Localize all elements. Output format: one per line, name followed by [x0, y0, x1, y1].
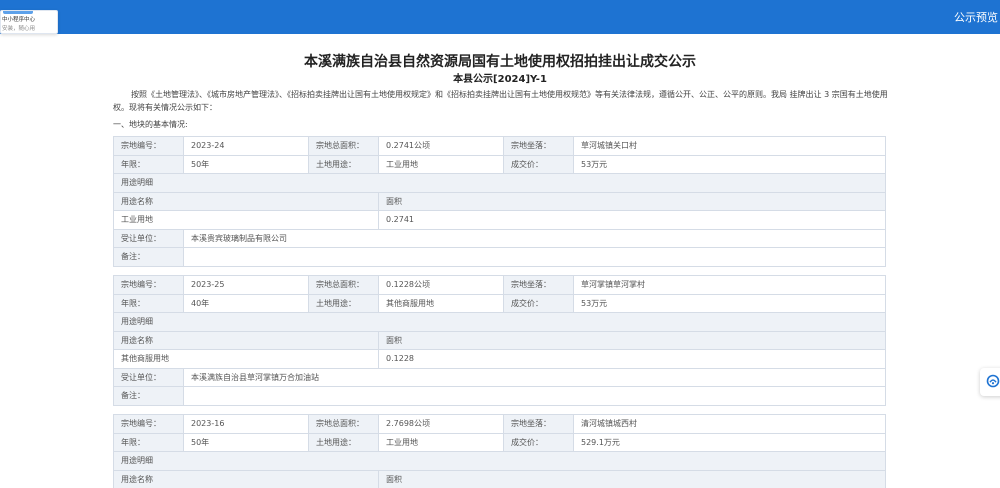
- table-row: 用途明细: [113, 312, 886, 332]
- table-row: 年限： 50年 土地用途： 工业用地 成交价： 53万元: [113, 154, 886, 174]
- popup-title: 中小程序中心: [2, 17, 36, 23]
- announcement-number: 本县公示[2024]Y-1: [453, 74, 547, 85]
- assistant-icon: [986, 374, 1000, 388]
- table-row: 工业用地 0.2741: [113, 210, 886, 230]
- table-row: 宗地编号： 2023-24 宗地总面积： 0.2741公顷 宗地坐落： 草河城镇…: [113, 136, 886, 156]
- popup-subtitle: 安装，随心用: [2, 26, 36, 32]
- parcel-no-label: 宗地编号：: [113, 136, 184, 156]
- remarks-value: [183, 247, 886, 267]
- remarks-label: 备注：: [113, 247, 184, 267]
- table-row: 宗地编号： 2023-16 宗地总面积： 2.7698公顷 宗地坐落： 清河城镇…: [113, 414, 886, 434]
- total-area-value: 2.7698公顷: [378, 414, 504, 434]
- area-header: 面积: [378, 330, 886, 350]
- table-row: 用途明细: [113, 451, 886, 471]
- total-area-label: 宗地总面积：: [308, 136, 379, 156]
- table-row: 宗地编号： 2023-25 宗地总面积： 0.1228公顷 宗地坐落： 草河掌镇…: [113, 275, 886, 295]
- location-label: 宗地坐落：: [503, 275, 574, 295]
- section-heading: 一、地块的基本情况:: [113, 120, 188, 129]
- deal-price-label: 成交价：: [503, 293, 574, 313]
- parcel-no-value: 2023-16: [183, 414, 309, 434]
- term-value: 40年: [183, 293, 309, 313]
- location-value: 清河城镇城西村: [573, 414, 886, 434]
- grantee-value: 本溪满族自治县草河掌镇万合加油站: [183, 367, 886, 387]
- grantee-value: 本溪贵宾玻璃制品有限公司: [183, 228, 886, 248]
- use-name-header: 用途名称: [113, 191, 379, 211]
- total-area-label: 宗地总面积：: [308, 414, 379, 434]
- parcel-no-value: 2023-24: [183, 136, 309, 156]
- use-area-value: 0.1228: [378, 349, 886, 369]
- location-value: 草河城镇关口村: [573, 136, 886, 156]
- grantee-label: 受让单位：: [113, 367, 184, 387]
- use-area-value: 0.2741: [378, 210, 886, 230]
- mini-program-popup[interactable]: 中小程序中心 安装，随心用: [0, 10, 58, 34]
- table-row: 用途明细: [113, 173, 886, 193]
- page-title: 本溪满族自治县自然资源局国有土地使用权招拍挂出让成交公示: [304, 54, 696, 70]
- floating-assistant-button[interactable]: [980, 368, 1000, 396]
- term-label: 年限：: [113, 432, 184, 452]
- use-detail-header: 用途明细: [113, 451, 886, 471]
- area-header: 面积: [378, 191, 886, 211]
- term-value: 50年: [183, 432, 309, 452]
- deal-price-value: 53万元: [573, 154, 886, 174]
- location-value: 草河掌镇草河掌村: [573, 275, 886, 295]
- deal-price-value: 53万元: [573, 293, 886, 313]
- land-use-value: 工业用地: [378, 432, 504, 452]
- use-detail-header: 用途明细: [113, 173, 886, 193]
- table-row: 年限： 40年 土地用途： 其他商服用地 成交价： 53万元: [113, 293, 886, 313]
- land-use-value: 工业用地: [378, 154, 504, 174]
- term-label: 年限：: [113, 154, 184, 174]
- parcel-no-label: 宗地编号：: [113, 414, 184, 434]
- parcel-table: 宗地编号： 2023-24 宗地总面积： 0.2741公顷 宗地坐落： 草河城镇…: [113, 136, 886, 267]
- announcement-preview-button[interactable]: 公示预览: [954, 9, 998, 25]
- intro-paragraph: 按照《土地管理法》、《城市房地产管理法》、《招标拍卖挂牌出让国有土地使用权规定》…: [113, 90, 888, 112]
- top-bar: 公示预览: [0, 0, 1000, 34]
- deal-price-label: 成交价：: [503, 154, 574, 174]
- table-row: 用途名称 面积: [113, 469, 886, 488]
- deal-price-value: 529.1万元: [573, 432, 886, 452]
- use-name-header: 用途名称: [113, 469, 379, 488]
- parcel-no-value: 2023-25: [183, 275, 309, 295]
- use-name-value: 工业用地: [113, 210, 379, 230]
- table-row: 受让单位： 本溪贵宾玻璃制品有限公司: [113, 228, 886, 248]
- land-use-label: 土地用途：: [308, 293, 379, 313]
- area-header: 面积: [378, 469, 886, 488]
- table-row: 其他商服用地 0.1228: [113, 349, 886, 369]
- table-row: 用途名称 面积: [113, 330, 886, 350]
- land-use-value: 其他商服用地: [378, 293, 504, 313]
- parcel-table: 宗地编号： 2023-25 宗地总面积： 0.1228公顷 宗地坐落： 草河掌镇…: [113, 275, 886, 406]
- popup-accent-bar: [3, 11, 33, 14]
- parcel-table: 宗地编号： 2023-16 宗地总面积： 2.7698公顷 宗地坐落： 清河城镇…: [113, 414, 886, 488]
- table-row: 备注：: [113, 386, 886, 406]
- term-value: 50年: [183, 154, 309, 174]
- table-row: 受让单位： 本溪满族自治县草河掌镇万合加油站: [113, 367, 886, 387]
- term-label: 年限：: [113, 293, 184, 313]
- use-detail-header: 用途明细: [113, 312, 886, 332]
- total-area-value: 0.2741公顷: [378, 136, 504, 156]
- location-label: 宗地坐落：: [503, 414, 574, 434]
- use-name-value: 其他商服用地: [113, 349, 379, 369]
- table-row: 备注：: [113, 247, 886, 267]
- grantee-label: 受让单位：: [113, 228, 184, 248]
- deal-price-label: 成交价：: [503, 432, 574, 452]
- remarks-label: 备注：: [113, 386, 184, 406]
- location-label: 宗地坐落：: [503, 136, 574, 156]
- total-area-value: 0.1228公顷: [378, 275, 504, 295]
- land-use-label: 土地用途：: [308, 154, 379, 174]
- table-row: 年限： 50年 土地用途： 工业用地 成交价： 529.1万元: [113, 432, 886, 452]
- use-name-header: 用途名称: [113, 330, 379, 350]
- total-area-label: 宗地总面积：: [308, 275, 379, 295]
- table-row: 用途名称 面积: [113, 191, 886, 211]
- land-use-label: 土地用途：: [308, 432, 379, 452]
- remarks-value: [183, 386, 886, 406]
- parcel-no-label: 宗地编号：: [113, 275, 184, 295]
